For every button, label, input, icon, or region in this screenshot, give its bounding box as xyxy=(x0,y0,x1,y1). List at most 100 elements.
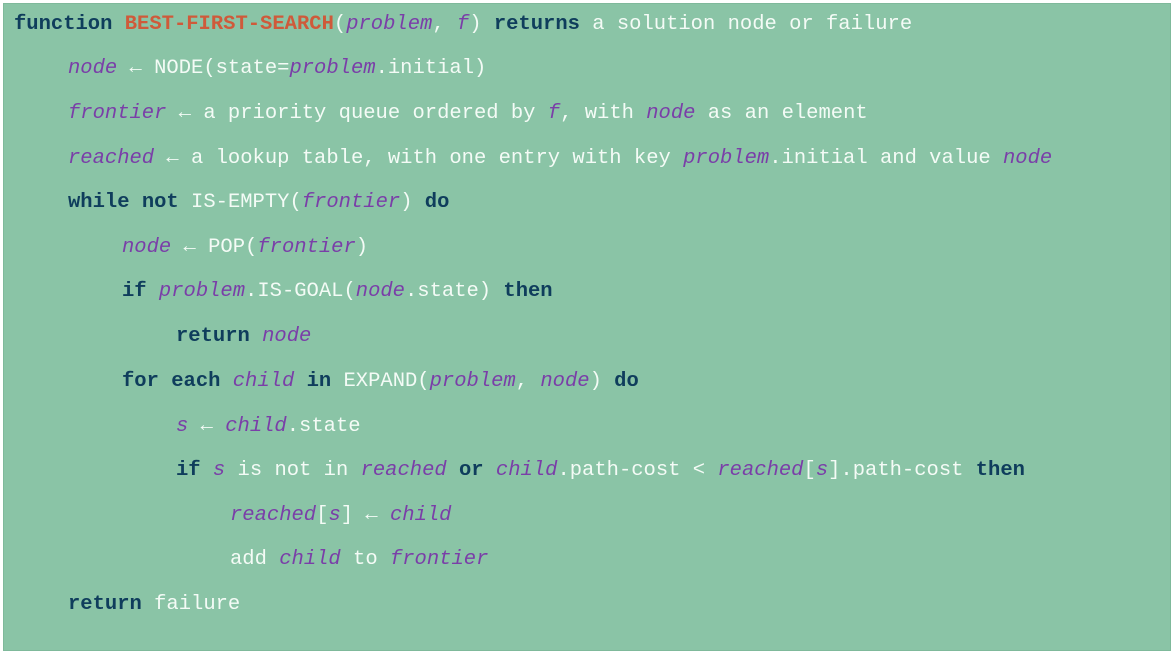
code-text: .path-cost < xyxy=(557,459,718,482)
variable-frontier: frontier xyxy=(68,102,167,125)
variable-node: node xyxy=(262,325,312,348)
code-text: add xyxy=(230,548,280,571)
code-text: ) xyxy=(469,13,494,36)
keyword-in: in xyxy=(306,370,332,393)
code-text: ← a lookup table, with one entry with ke… xyxy=(154,147,684,170)
variable-node: node xyxy=(122,236,172,259)
code-line-4: reached ← a lookup table, with one entry… xyxy=(68,144,1052,174)
keyword-each: each xyxy=(171,370,221,393)
variable-s: s xyxy=(212,459,226,482)
variable-f: f xyxy=(547,102,561,125)
code-text: , xyxy=(515,370,541,393)
code-line-11: if s is not in reached or child.path-cos… xyxy=(176,456,1025,486)
keyword-function: function xyxy=(14,13,113,36)
code-line-1: function BEST-FIRST-SEARCH(problem, f) r… xyxy=(14,10,912,40)
variable-s: s xyxy=(176,415,189,438)
code-text: , xyxy=(432,13,457,36)
code-line-10: s ← child.state xyxy=(176,412,361,442)
keyword-not: not xyxy=(141,191,179,214)
keyword-return: return xyxy=(68,593,142,616)
variable-problem: problem xyxy=(683,147,770,170)
code-text: a solution node or failure xyxy=(579,13,913,36)
variable-problem: problem xyxy=(346,13,433,36)
code-text: failure xyxy=(141,593,241,616)
code-text: .state) xyxy=(404,280,504,303)
variable-node: node xyxy=(355,280,405,303)
code-text: EXPAND( xyxy=(331,370,430,393)
pseudocode-panel: function BEST-FIRST-SEARCH(problem, f) r… xyxy=(0,0,1174,654)
code-line-3: frontier ← a priority queue ordered by f… xyxy=(68,99,868,129)
variable-node: node xyxy=(646,102,696,125)
code-text: ) xyxy=(589,370,615,393)
code-text: ) xyxy=(355,236,369,259)
code-text: ( xyxy=(333,13,347,36)
variable-problem: problem xyxy=(289,57,376,80)
code-text: ← NODE(state= xyxy=(117,57,290,80)
variable-frontier: frontier xyxy=(389,548,489,571)
code-text: IS-EMPTY( xyxy=(178,191,302,214)
keyword-do: do xyxy=(614,370,639,393)
code-text: ← xyxy=(188,415,226,438)
code-text: ].path-cost xyxy=(828,459,976,482)
keyword-do: do xyxy=(424,191,450,214)
code-line-6: node ← POP(frontier) xyxy=(122,233,368,263)
code-text: ) xyxy=(400,191,425,214)
code-text: , with xyxy=(560,102,647,125)
code-text: as an element xyxy=(695,102,868,125)
code-line-9: for each child in EXPAND(problem, node) … xyxy=(122,367,639,397)
code-text: .IS-GOAL( xyxy=(245,280,356,303)
variable-child: child xyxy=(232,370,295,393)
variable-frontier: frontier xyxy=(257,236,356,259)
code-line-13: add child to frontier xyxy=(230,545,488,575)
variable-reached: reached xyxy=(717,459,804,482)
variable-s: s xyxy=(815,459,829,482)
function-name: BEST-FIRST-SEARCH xyxy=(124,13,334,36)
code-line-7: if problem.IS-GOAL(node.state) then xyxy=(122,277,553,307)
keyword-for: for xyxy=(122,370,159,393)
variable-child: child xyxy=(225,415,287,438)
keyword-then: then xyxy=(503,280,553,303)
keyword-if: if xyxy=(122,280,147,303)
keyword-then: then xyxy=(975,459,1025,482)
code-line-14: return failure xyxy=(68,590,240,620)
code-text: ← a priority queue ordered by xyxy=(166,102,548,125)
variable-reached: reached xyxy=(68,147,155,170)
variable-child: child xyxy=(495,459,558,482)
keyword-while: while xyxy=(68,191,130,214)
code-text: ] ← xyxy=(340,504,390,527)
keyword-returns: returns xyxy=(493,13,580,36)
variable-child: child xyxy=(279,548,341,571)
code-text: .initial and value xyxy=(769,147,1003,170)
variable-problem: problem xyxy=(158,280,246,303)
variable-node: node xyxy=(540,370,590,393)
keyword-or: or xyxy=(459,459,484,482)
code-line-2: node ← NODE(state=problem.initial) xyxy=(68,54,486,84)
variable-node: node xyxy=(68,57,118,80)
code-text: [ xyxy=(803,459,816,482)
code-text: [ xyxy=(316,504,329,527)
variable-reached: reached xyxy=(230,504,317,527)
variable-reached: reached xyxy=(360,459,447,482)
variable-s: s xyxy=(328,504,341,527)
variable-child: child xyxy=(389,504,452,527)
code-line-12: reached[s] ← child xyxy=(230,501,451,531)
variable-frontier: frontier xyxy=(301,191,401,214)
code-text: to xyxy=(340,548,390,571)
keyword-return: return xyxy=(176,325,250,348)
keyword-if: if xyxy=(176,459,201,482)
code-text: .state xyxy=(286,415,361,438)
code-text: is not in xyxy=(225,459,361,482)
code-line-5: while not IS-EMPTY(frontier) do xyxy=(68,188,449,218)
code-line-8: return node xyxy=(176,322,311,352)
code-text: .initial) xyxy=(375,57,487,80)
variable-node: node xyxy=(1003,147,1053,170)
